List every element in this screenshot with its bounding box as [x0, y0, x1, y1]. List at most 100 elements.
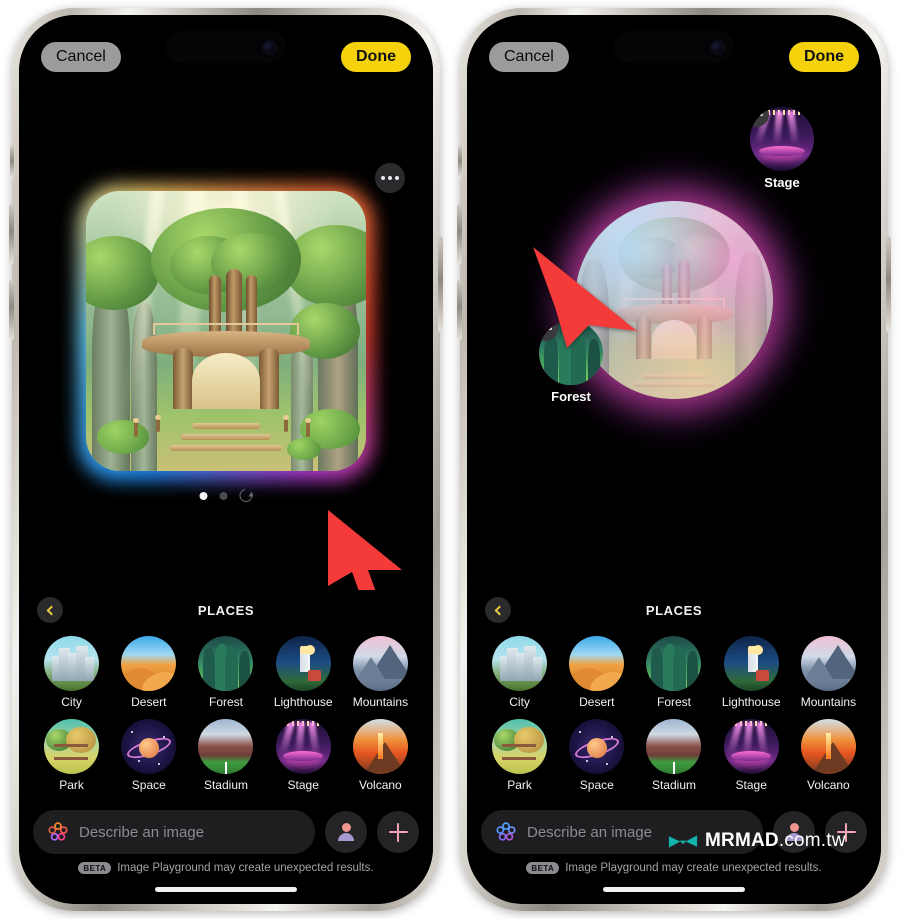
beta-badge: BETA	[78, 862, 112, 874]
orb-iridescent-sheen	[575, 201, 773, 399]
right-phone-frame: Cancel Done Stage Forest PLACES City Des…	[457, 8, 891, 911]
stadium-thumbnail	[646, 719, 702, 774]
category-item-mountains[interactable]: Mountains	[790, 636, 867, 709]
category-item-volcano[interactable]: Volcano	[790, 719, 867, 792]
category-item-city[interactable]: City	[33, 636, 110, 709]
category-label: Mountains	[800, 695, 857, 709]
category-label: Stadium	[203, 778, 248, 792]
selected-chip-forest[interactable]: Forest	[539, 321, 603, 404]
category-item-stage[interactable]: Stage	[265, 719, 342, 792]
category-item-volcano[interactable]: Volcano	[342, 719, 419, 792]
desert-thumbnail	[121, 636, 177, 691]
artwork-illustration	[86, 191, 366, 471]
disclaimer-text: Image Playground may create unexpected r…	[565, 862, 822, 874]
silent-switch[interactable]	[10, 146, 14, 178]
right-category-picker: PLACES City Desert Forest Lighthouse Mou…	[467, 590, 881, 800]
refresh-icon[interactable]	[236, 486, 256, 505]
category-item-space[interactable]: Space	[558, 719, 635, 792]
lighthouse-thumbnail	[275, 636, 331, 691]
city-thumbnail	[492, 636, 548, 691]
right-phone-screen: Cancel Done Stage Forest PLACES City Des…	[467, 15, 881, 904]
category-label: Forest	[656, 695, 691, 709]
right-home-bar	[467, 874, 881, 904]
page-indicator[interactable]	[199, 486, 256, 505]
category-label: Forest	[208, 695, 243, 709]
category-label: Desert	[579, 695, 615, 709]
generating-orb[interactable]	[575, 201, 773, 399]
category-label: Space	[131, 778, 166, 792]
mrmad-bowtie-logo-icon	[668, 834, 698, 848]
disclaimer-text: Image Playground may create unexpected r…	[117, 862, 374, 874]
add-button[interactable]	[377, 811, 419, 853]
category-label: Lighthouse	[721, 695, 781, 709]
page-dot-1[interactable]	[199, 491, 208, 500]
left-phone-frame: Cancel Done PLACES City Desert Forest Li…	[9, 8, 443, 911]
category-item-city[interactable]: City	[481, 636, 558, 709]
category-label: Stage	[735, 778, 767, 792]
volume-up-button[interactable]	[9, 204, 14, 264]
ellipsis-icon[interactable]	[375, 163, 405, 193]
picker-title: PLACES	[645, 602, 703, 618]
power-button[interactable]	[886, 236, 891, 332]
done-button[interactable]: Done	[341, 42, 411, 72]
category-label: City	[509, 695, 530, 709]
space-thumbnail	[121, 719, 177, 774]
category-item-desert[interactable]: Desert	[110, 636, 187, 709]
left-canvas-cursor	[324, 508, 406, 590]
describe-image-input[interactable]: Describe an image	[33, 810, 315, 854]
power-button[interactable]	[438, 236, 443, 332]
silent-switch[interactable]	[458, 146, 462, 178]
category-item-lighthouse[interactable]: Lighthouse	[265, 636, 342, 709]
category-item-desert[interactable]: Desert	[558, 636, 635, 709]
page-dot-2[interactable]	[219, 491, 228, 500]
generating-orb-wrapper	[539, 165, 809, 435]
category-item-lighthouse[interactable]: Lighthouse	[713, 636, 790, 709]
category-label: Stage	[287, 778, 319, 792]
mountains-thumbnail	[800, 636, 856, 691]
category-grid-right: City Desert Forest Lighthouse Mountains …	[477, 630, 871, 800]
category-item-stadium[interactable]: Stadium	[187, 719, 264, 792]
category-item-stage[interactable]: Stage	[713, 719, 790, 792]
category-label: Park	[507, 778, 532, 792]
category-label: Park	[59, 778, 84, 792]
category-item-mountains[interactable]: Mountains	[342, 636, 419, 709]
home-indicator[interactable]	[155, 886, 297, 892]
category-label: Mountains	[352, 695, 409, 709]
describe-image-placeholder: Describe an image	[79, 823, 205, 841]
category-item-stadium[interactable]: Stadium	[635, 719, 712, 792]
person-icon[interactable]	[325, 811, 367, 853]
watermark-suffix: .com.tw	[778, 830, 846, 851]
right-disclaimer: BETA Image Playground may create unexpec…	[467, 858, 881, 874]
volume-down-button[interactable]	[457, 280, 462, 340]
chevron-left-icon[interactable]	[485, 597, 511, 623]
generated-image[interactable]	[86, 191, 366, 471]
sparkle-icon	[496, 822, 516, 841]
forest-thumbnail	[646, 636, 702, 691]
category-label: Volcano	[807, 778, 850, 792]
done-button[interactable]: Done	[789, 42, 859, 72]
category-grid-left: City Desert Forest Lighthouse Mountains …	[29, 630, 423, 800]
category-item-space[interactable]: Space	[110, 719, 187, 792]
chevron-left-icon[interactable]	[37, 597, 63, 623]
cancel-button[interactable]: Cancel	[41, 42, 121, 72]
beta-badge: BETA	[526, 862, 560, 874]
category-label: Desert	[131, 695, 167, 709]
category-item-park[interactable]: Park	[33, 719, 110, 792]
volume-down-button[interactable]	[9, 280, 14, 340]
volcano-thumbnail	[352, 719, 408, 774]
category-item-park[interactable]: Park	[481, 719, 558, 792]
watermark: MRMAD.com.tw	[668, 830, 846, 852]
category-item-forest[interactable]: Forest	[635, 636, 712, 709]
left-phone-screen: Cancel Done PLACES City Desert Forest Li…	[19, 15, 433, 904]
cancel-button[interactable]: Cancel	[489, 42, 569, 72]
left-composer: Describe an image	[19, 800, 433, 858]
park-thumbnail	[492, 719, 548, 774]
left-phone-body: Cancel Done PLACES City Desert Forest Li…	[19, 15, 433, 904]
chip-label: Stage	[764, 175, 800, 190]
home-indicator[interactable]	[603, 886, 745, 892]
volume-up-button[interactable]	[457, 204, 462, 264]
left-top-bar: Cancel Done	[19, 15, 433, 85]
selected-chip-stage[interactable]: Stage	[750, 107, 814, 190]
right-canvas: Stage Forest	[467, 85, 881, 590]
category-item-forest[interactable]: Forest	[187, 636, 264, 709]
